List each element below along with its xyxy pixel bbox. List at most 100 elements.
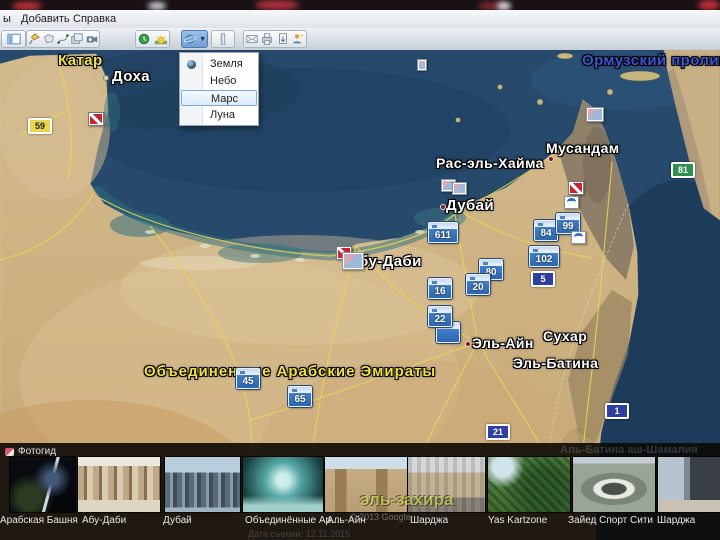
map-label-sohar: Сухар — [543, 328, 588, 344]
ghost-map-label-al-batinah-region: Аль-Батина аш-Шамалия — [560, 444, 698, 456]
photo-caption: Абу-Даби — [82, 515, 127, 526]
toolbar-group-share — [243, 30, 307, 48]
menu-bar: ы Добавить Справка — [0, 10, 720, 29]
photo-guide-icon — [5, 448, 14, 456]
route-shield-81: 81 — [671, 162, 695, 178]
map-label-doha: Доха — [112, 68, 150, 85]
al-ain-city-dot — [465, 341, 471, 347]
photo-caption: Шарджа — [657, 515, 696, 526]
map-label-musandam: Мусандам — [546, 140, 620, 156]
photo-marker-abu-dhabi[interactable] — [342, 252, 364, 270]
toolbar-button-sign-in[interactable] — [291, 31, 307, 47]
toolbar-button-add-polygon[interactable] — [41, 31, 55, 47]
photo-marker-musandam[interactable] — [586, 107, 604, 122]
map-label-al-batinah: Эль-Батина — [513, 355, 599, 371]
dive-flag-marker[interactable] — [568, 181, 584, 195]
ghost-map-label-al-zahira: эль-захира — [360, 490, 454, 509]
toolbar-button-image-overlay[interactable] — [70, 31, 84, 47]
photo-cluster-611[interactable]: 611 — [428, 222, 458, 243]
menu-help[interactable]: Справка — [66, 10, 123, 28]
blob — [148, 2, 166, 10]
blob — [12, 2, 42, 10]
print-icon — [262, 33, 273, 45]
photo-caption: Шарджа — [410, 515, 449, 526]
toolbar-button-planet-switcher[interactable]: ▼ — [181, 30, 208, 48]
photo-thumbnail-burj-al-arab[interactable] — [10, 457, 75, 512]
earth-globe-icon — [187, 60, 196, 69]
route-shield-1: 1 — [605, 403, 629, 419]
toolbar-button-add-path[interactable] — [56, 31, 70, 47]
photo-thumbnail-sharjah-corniche[interactable] — [658, 457, 720, 512]
photo-caption: Арабская Башня — [0, 515, 78, 526]
toolbar-button-add-placemark[interactable] — [27, 31, 41, 47]
toolbar-button-sidebar[interactable] — [1, 30, 26, 48]
photo-cluster-102[interactable]: 102 — [529, 246, 559, 267]
photo-caption: Yas Kartzone — [488, 515, 548, 526]
toolbar-group-add — [26, 30, 100, 48]
blob — [497, 2, 511, 10]
photo-cluster-84[interactable]: 84 — [534, 220, 558, 241]
toolbar-button-email[interactable] — [244, 31, 260, 47]
planet-icon — [183, 34, 197, 44]
sign-in-icon — [293, 33, 304, 44]
map-copyright: © 2013 Google — [350, 512, 411, 522]
sidebar-toggle-icon — [6, 33, 21, 45]
planet-menu-item-moon[interactable]: Луна — [181, 107, 257, 123]
toolbar-button-save-image[interactable] — [275, 31, 291, 47]
photo-cluster-45[interactable]: 45 — [236, 368, 260, 389]
toolbar-button-record-tour[interactable] — [85, 31, 99, 47]
rak-city-dot — [548, 156, 554, 162]
route-shield-21: 21 — [486, 424, 510, 440]
toolbar-button-sunlight[interactable] — [153, 31, 170, 47]
map-label-al-ain: Эль-Айн — [472, 335, 534, 351]
map-label-uae: Объединенные Арабские Эмираты — [144, 363, 437, 380]
map-label-qatar: Катар — [58, 52, 103, 69]
photo-marker-dubai[interactable] — [452, 182, 467, 195]
photo-thumbnail-yas-kartzone[interactable] — [488, 457, 570, 512]
surf-marker[interactable] — [571, 231, 586, 244]
toolbar-group-time — [135, 30, 170, 48]
google-earth-window: { "window": { "menu_items": ["ы", "Добав… — [0, 0, 720, 540]
record-tour-icon — [86, 36, 98, 43]
photo-cluster-65[interactable]: 65 — [288, 386, 312, 407]
doha-city-dot — [103, 75, 109, 81]
surf-marker[interactable] — [564, 196, 579, 209]
photo-thumbnail-abu-dhabi[interactable] — [78, 457, 160, 512]
dubai-city-dot — [440, 204, 446, 210]
photo-caption: Объединённые Ар... — [245, 515, 340, 526]
map-label-ras-al-khaimah: Рас-эль-Хайма — [436, 155, 544, 171]
photo-cluster-22[interactable]: 22 — [428, 306, 452, 327]
photo-cluster-16[interactable]: 16 — [428, 278, 452, 299]
map-label-dubai: Дубай — [446, 197, 495, 214]
dive-flag-marker[interactable] — [88, 112, 104, 126]
ghost-date-note: Дата съемки: 12.11.2015 — [248, 529, 351, 539]
small-shield-marker — [417, 59, 427, 71]
sunlight-icon — [154, 34, 167, 45]
photo-caption: Дубай — [163, 515, 192, 526]
toolbar-button-print[interactable] — [260, 31, 276, 47]
photo-guide-title: Фотогид — [18, 446, 57, 457]
photo-caption: Зайед Спорт Сити — [568, 515, 654, 526]
photo-cluster-20[interactable]: 20 — [466, 274, 490, 295]
photo-thumbnail-dubai[interactable] — [165, 457, 240, 512]
planet-menu-item-sky[interactable]: Небо — [181, 73, 257, 89]
path-icon — [57, 34, 69, 44]
blob — [255, 0, 299, 10]
background-window-strip — [0, 0, 720, 10]
toolbar-button-historical-imagery[interactable] — [136, 31, 153, 47]
image-overlay-icon — [71, 33, 84, 44]
planet-menu-item-mars[interactable]: Марс — [181, 90, 257, 106]
planet-dropdown-menu: Земля Небо Марс Луна — [179, 52, 259, 126]
ruler-icon — [220, 33, 226, 45]
toolbar-button-ruler[interactable] — [211, 30, 235, 48]
photo-thumbnail-zayed-sports-city[interactable] — [573, 457, 655, 512]
placemark-icon — [29, 33, 41, 45]
blob — [698, 0, 720, 10]
save-image-icon — [278, 33, 287, 44]
photo-thumbnail-uae[interactable] — [243, 457, 323, 512]
map-label-hormuz-strait: Ормузский пролив — [582, 52, 720, 69]
email-icon — [246, 35, 258, 43]
route-shield-59: 59 — [28, 118, 52, 134]
toolbar: ▼ — [0, 28, 720, 51]
polygon-icon — [43, 34, 54, 43]
